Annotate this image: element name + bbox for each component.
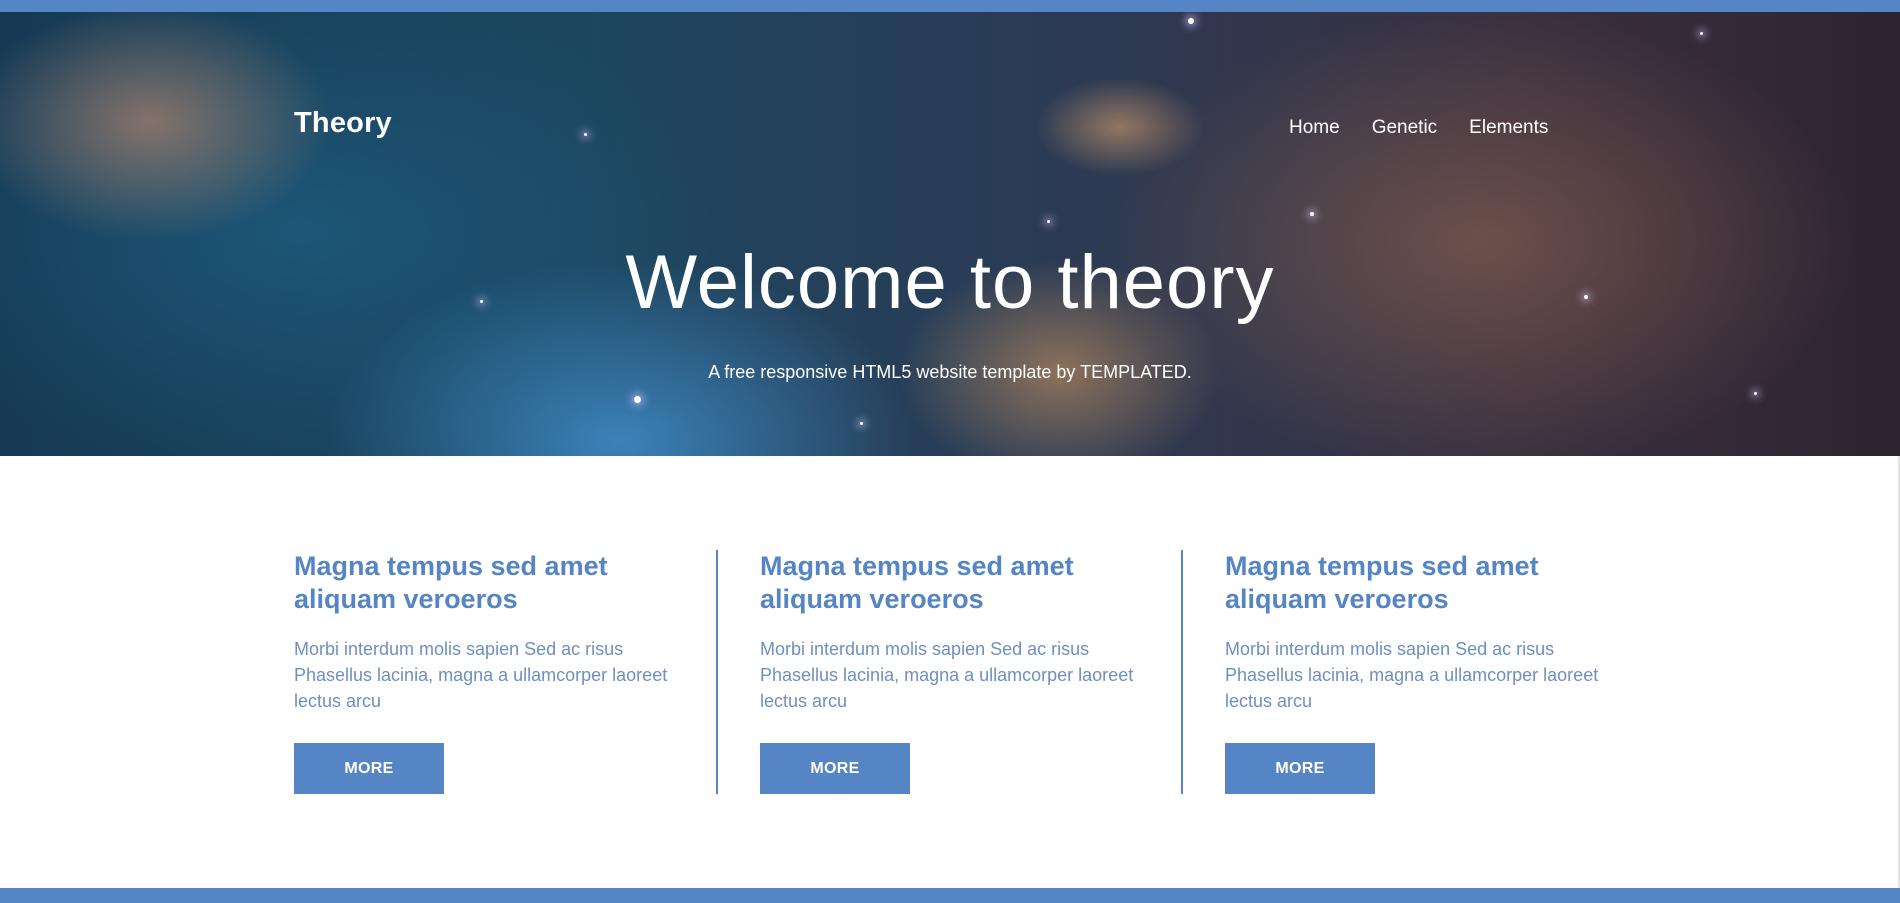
feature-card: Magna tempus sed amet aliquam veroeros M… [1225,550,1625,794]
star-decoration [1310,212,1314,216]
feature-card: Magna tempus sed amet aliquam veroeros M… [294,550,694,794]
site-logo[interactable]: Theory [294,107,392,140]
star-decoration [1754,392,1757,395]
nav-item-home[interactable]: Home [1289,117,1340,139]
star-decoration [1188,18,1194,24]
star-decoration [634,396,641,403]
star-decoration [584,133,587,136]
main-nav: Home Genetic Elements [1289,117,1548,139]
feature-text: Morbi interdum molis sapien Sed ac risus… [760,639,1134,711]
hero-title: Welcome to theory [625,240,1275,325]
more-button[interactable]: MORE [760,743,910,794]
feature-title: Magna tempus sed amet aliquam veroeros [760,551,1074,614]
hero-subtitle: A free responsive HTML5 website template… [708,362,1192,382]
star-decoration [1047,220,1050,223]
feature-text: Morbi interdum molis sapien Sed ac risus… [1225,639,1599,711]
top-accent-bar [0,0,1900,12]
column-divider [1181,550,1183,794]
features-section: Magna tempus sed amet aliquam veroeros M… [294,550,1614,794]
bottom-accent-bar [0,888,1900,903]
column-divider [716,550,718,794]
nav-item-genetic[interactable]: Genetic [1372,117,1437,139]
hero-banner: Theory Home Genetic Elements Welcome to … [0,12,1900,456]
more-button[interactable]: MORE [294,743,444,794]
feature-title: Magna tempus sed amet aliquam veroeros [1225,551,1539,614]
nav-item-elements[interactable]: Elements [1469,117,1548,139]
feature-title: Magna tempus sed amet aliquam veroeros [294,551,608,614]
star-decoration [1700,32,1703,35]
feature-card: Magna tempus sed amet aliquam veroeros M… [760,550,1160,794]
more-button[interactable]: MORE [1225,743,1375,794]
star-decoration [860,422,863,425]
feature-text: Morbi interdum molis sapien Sed ac risus… [294,639,668,711]
